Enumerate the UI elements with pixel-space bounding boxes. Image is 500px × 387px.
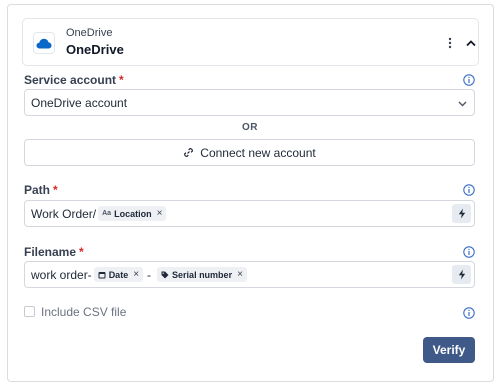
lightning-bolt-icon [458,208,465,219]
service-account-info-icon[interactable] [463,74,475,86]
include-csv-info-icon[interactable] [463,307,475,319]
app-name: OneDrive [66,27,113,39]
filename-separator: - [147,267,152,282]
chevron-up-icon [466,39,476,46]
location-chip-label: Location [114,208,152,219]
date-variable-chip: Date × [93,267,144,282]
filename-label-text: Filename [24,245,77,259]
required-marker: * [79,245,84,259]
service-account-value: OneDrive account [31,96,128,110]
required-marker: * [119,73,124,87]
service-account-select[interactable]: OneDrive account [24,89,475,116]
required-marker: * [53,183,58,197]
chevron-down-icon [458,101,467,107]
or-divider: OR [242,122,258,133]
serial-number-variable-chip: Serial number × [157,267,247,282]
remove-date-chip-button[interactable]: × [133,269,139,280]
filename-insert-variable-button[interactable] [452,265,471,284]
text-type-icon: Aa [102,210,112,217]
path-value: Work Order/ Aa Location × [31,201,167,226]
include-csv-label[interactable]: Include CSV file [41,305,126,319]
serial-number-chip-label: Serial number [172,269,233,280]
remove-location-chip-button[interactable]: × [157,208,163,219]
service-account-label: Service account * [24,73,124,87]
path-info-icon[interactable] [463,184,475,196]
filename-value: work order- Date × - Serial number × [31,262,247,287]
onedrive-cloud-icon [36,38,52,48]
connect-new-account-label: Connect new account [200,145,316,160]
path-insert-variable-button[interactable] [452,204,471,223]
path-label-text: Path [24,183,51,197]
remove-serial-number-chip-button[interactable]: × [237,269,243,280]
path-input[interactable]: Work Order/ Aa Location × [24,200,475,227]
kebab-menu-icon [448,37,452,49]
collapse-button[interactable] [464,36,478,50]
filename-info-icon[interactable] [463,246,475,258]
location-variable-chip: Aa Location × [98,206,167,221]
date-chip-label: Date [108,269,129,280]
app-logo [33,32,55,54]
step-header[interactable]: OneDrive OneDrive [22,18,479,66]
filename-prefix: work order- [31,267,92,282]
more-options-button[interactable] [443,35,457,51]
filename-input[interactable]: work order- Date × - Serial number × [24,261,475,288]
service-account-label-text: Service account [24,73,117,87]
lightning-bolt-icon [458,269,465,280]
tag-icon [161,271,169,278]
include-csv-checkbox[interactable] [24,306,35,317]
filename-label: Filename * [24,245,84,259]
step-title: OneDrive [66,42,124,57]
calendar-icon [98,271,106,278]
verify-button[interactable]: Verify [423,337,475,363]
path-label: Path * [24,183,58,197]
path-prefix: Work Order/ [31,206,97,221]
link-icon [184,148,194,157]
connect-new-account-button[interactable]: Connect new account [24,139,475,166]
